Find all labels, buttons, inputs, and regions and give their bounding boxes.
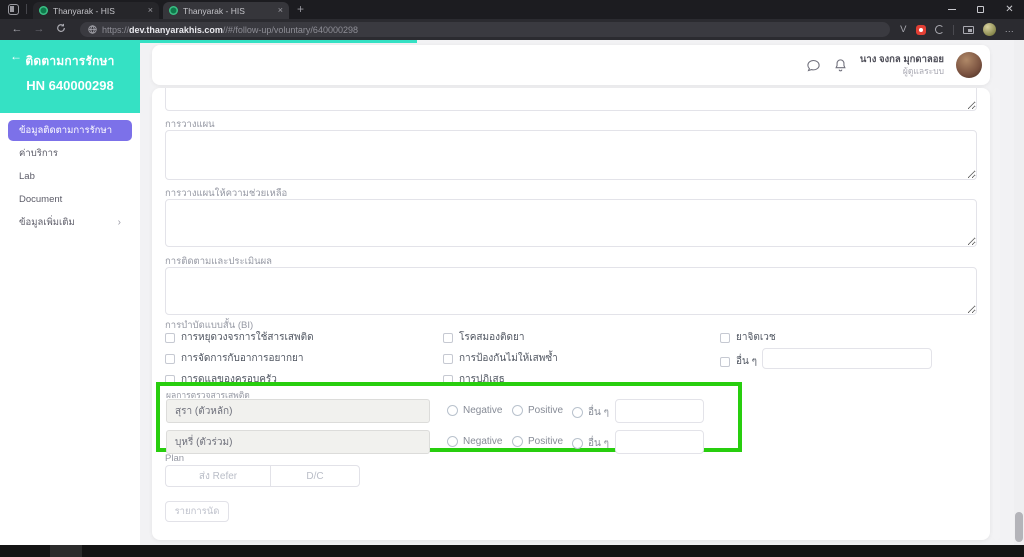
refresh-icon[interactable] xyxy=(52,23,70,36)
radio-cigarette-negative[interactable]: Negative xyxy=(447,436,502,447)
content-scrollbar-track[interactable] xyxy=(993,88,1000,540)
extension-red-icon[interactable] xyxy=(915,24,926,35)
sidebar-item-lab[interactable]: Lab xyxy=(8,166,132,187)
plan-button-group: ส่ง Refer D/C xyxy=(165,465,360,487)
maximize-button[interactable] xyxy=(966,0,995,19)
tab-favicon xyxy=(39,6,48,15)
tab-title: Thanyarak - HIS xyxy=(53,5,115,16)
radio-cigarette-positive[interactable]: Positive xyxy=(512,436,563,447)
checkbox-stop-drug-cycle[interactable]: การหยุดวงจรการใช้สารเสพติด xyxy=(165,330,314,345)
plan-label: Plan xyxy=(165,453,185,464)
browser-tab-1[interactable]: Thanyarak - HIS × xyxy=(33,2,159,19)
followup-form: การวางแผน การวางแผนให้ความช่วยเหลือ การต… xyxy=(152,88,990,540)
radio-alcohol-other[interactable]: อื่น ๆ xyxy=(572,405,609,420)
app-viewport: ← ติดตามการรักษา HN 640000298 ข้อมูลติดต… xyxy=(0,40,1024,545)
radio-cigarette-other[interactable]: อื่น ๆ xyxy=(572,436,609,451)
radio-alcohol-positive[interactable]: Positive xyxy=(512,405,563,416)
user-role: ผู้ดูแลระบบ xyxy=(902,65,944,76)
radio-alcohol-negative[interactable]: Negative xyxy=(447,405,502,416)
sidebar: ← ติดตามการรักษา HN 640000298 ข้อมูลติดต… xyxy=(0,40,140,545)
cast-icon[interactable] xyxy=(962,25,974,34)
user-block[interactable]: นาง จงกล มุกดาลอย ผู้ดูแลระบบ xyxy=(860,54,944,77)
chat-icon[interactable] xyxy=(806,58,821,73)
appointment-list-button[interactable]: รายการนัด xyxy=(165,501,229,522)
radio-circle[interactable] xyxy=(447,436,458,447)
dc-button[interactable]: D/C xyxy=(270,465,360,487)
radio-circle[interactable] xyxy=(572,407,583,418)
sidebar-item-service-fee[interactable]: ค่าบริการ xyxy=(8,143,132,164)
browser-tab-2[interactable]: Thanyarak - HIS × xyxy=(163,2,289,19)
sidebar-item-document[interactable]: Document xyxy=(8,189,132,210)
drug-test-highlight-box: ผลการตรวจสารเสพติด สุรา (ตัวหลัก) Negati… xyxy=(156,382,742,454)
radio-circle[interactable] xyxy=(512,436,523,447)
textarea-planning[interactable] xyxy=(165,130,977,180)
tab-separator xyxy=(26,4,27,14)
cigarette-other-input[interactable] xyxy=(615,430,704,454)
taskbar xyxy=(0,545,1024,557)
checkbox-box[interactable] xyxy=(165,332,175,343)
sidebar-header: ← ติดตามการรักษา HN 640000298 xyxy=(0,40,140,113)
browser-toolbar: ← → https://dev.thanyarakhis.com//#/foll… xyxy=(0,19,1024,40)
bell-icon[interactable] xyxy=(833,58,848,73)
textarea-evaluation[interactable] xyxy=(165,267,977,315)
globe-icon xyxy=(88,25,97,34)
minimize-button[interactable] xyxy=(937,0,966,19)
browser-profile-avatar[interactable] xyxy=(982,23,996,36)
toolbar-icons: V … xyxy=(900,23,1016,36)
refer-button[interactable]: ส่ง Refer xyxy=(165,465,270,487)
user-avatar[interactable] xyxy=(956,52,982,78)
sidebar-menu: ข้อมูลติดตามการรักษา ค่าบริการ Lab Docum… xyxy=(0,113,140,233)
workspaces-icon[interactable] xyxy=(8,4,19,15)
textarea-top-partial[interactable] xyxy=(165,88,977,111)
tab-favicon xyxy=(169,6,178,15)
checkbox-brain-disease[interactable]: โรคสมองติดยา xyxy=(443,330,524,345)
radio-circle[interactable] xyxy=(512,405,523,416)
address-bar[interactable]: https://dev.thanyarakhis.com//#/follow-u… xyxy=(80,22,891,37)
checkbox-box[interactable] xyxy=(443,332,453,343)
browser-tab-strip: Thanyarak - HIS × Thanyarak - HIS × + ✕ xyxy=(0,0,1024,19)
sidebar-item-more-info[interactable]: ข้อมูลเพิ่มเติม › xyxy=(8,212,132,233)
extension-ring-icon[interactable] xyxy=(934,25,944,34)
bi-other-input[interactable] xyxy=(762,348,932,369)
radio-circle[interactable] xyxy=(572,438,583,449)
checkbox-psychiatric-med[interactable]: ยาจิตเวช xyxy=(720,330,776,345)
app-topbar: นาง จงกล มุกดาลอย ผู้ดูแลระบบ xyxy=(152,45,990,85)
screen: Thanyarak - HIS × Thanyarak - HIS × + ✕ … xyxy=(0,0,1024,557)
user-name: นาง จงกล มุกดาลอย xyxy=(859,53,944,65)
tab-close-icon[interactable]: × xyxy=(148,6,153,15)
checkbox-box[interactable] xyxy=(165,353,175,364)
forward-icon[interactable]: → xyxy=(30,24,48,35)
new-tab-button[interactable]: + xyxy=(297,2,304,16)
tab-close-icon[interactable]: × xyxy=(278,6,283,15)
substance-input-alcohol[interactable]: สุรา (ตัวหลัก) xyxy=(166,399,430,423)
browser-menu-icon[interactable]: … xyxy=(1005,25,1015,35)
tab-title: Thanyarak - HIS xyxy=(183,5,245,16)
alcohol-other-input[interactable] xyxy=(615,399,704,423)
checkbox-box[interactable] xyxy=(720,356,730,367)
back-arrow-icon[interactable]: ← xyxy=(10,49,22,63)
textarea-assist[interactable] xyxy=(165,199,977,247)
checkbox-bi-other[interactable]: อื่น ๆ xyxy=(720,354,757,369)
patient-hn: HN 640000298 xyxy=(26,78,114,93)
radio-circle[interactable] xyxy=(447,405,458,416)
checkbox-relapse-prevention[interactable]: การป้องกันไม่ให้เสพซ้ำ xyxy=(443,351,558,366)
checkbox-box[interactable] xyxy=(720,332,730,343)
page-loading-bar xyxy=(0,40,417,43)
browser-scrollbar-track[interactable] xyxy=(1014,40,1024,545)
sidebar-item-followup-data[interactable]: ข้อมูลติดตามการรักษา xyxy=(8,120,132,141)
toolbar-separator xyxy=(952,24,954,35)
checkbox-box[interactable] xyxy=(443,353,453,364)
close-button[interactable]: ✕ xyxy=(995,0,1024,19)
window-controls: ✕ xyxy=(937,0,1024,19)
back-icon[interactable]: ← xyxy=(8,24,26,35)
substance-input-cigarette[interactable]: บุหรี่ (ตัวร่วม) xyxy=(166,430,430,454)
main-area: นาง จงกล มุกดาลอย ผู้ดูแลระบบ การวางแผน … xyxy=(140,40,1024,545)
checkbox-craving-management[interactable]: การจัดการกับอาการอยากยา xyxy=(165,351,304,366)
browser-scrollbar-thumb[interactable] xyxy=(1015,512,1023,542)
extension-v-icon[interactable]: V xyxy=(900,25,906,35)
chevron-right-icon: › xyxy=(117,217,121,228)
url-text: https://dev.thanyarakhis.com//#/follow-u… xyxy=(102,24,358,35)
taskbar-item[interactable] xyxy=(50,545,82,557)
